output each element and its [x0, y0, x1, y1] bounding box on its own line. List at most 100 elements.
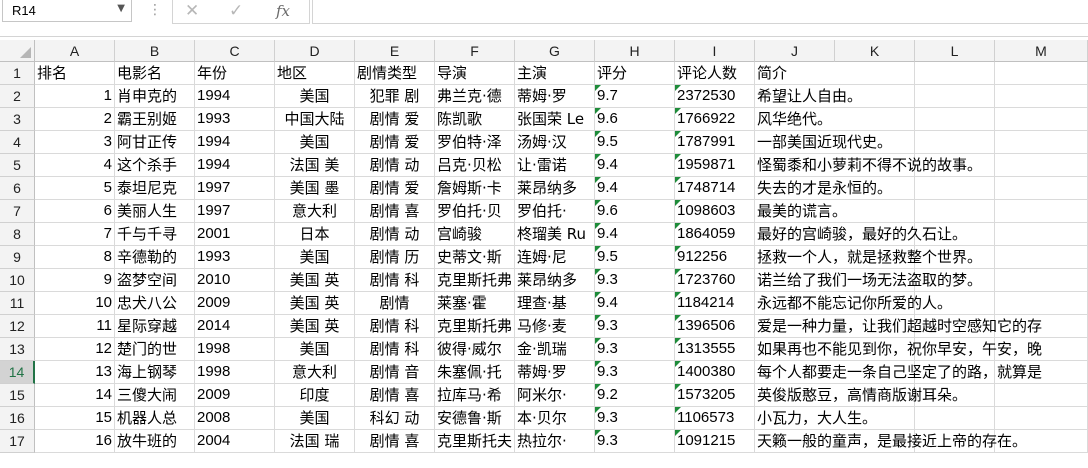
count-cell[interactable]: 1723760 — [675, 269, 755, 292]
year-cell[interactable]: 2009 — [195, 384, 275, 407]
score-cell[interactable]: 9.7 — [595, 85, 675, 108]
intro-cell[interactable]: 永远都不能忘记你所爱的人。 — [755, 292, 1088, 315]
count-cell[interactable]: 1400380 — [675, 361, 755, 384]
intro-cell[interactable]: 失去的才是永恒的。 — [755, 177, 1088, 200]
row-header-12[interactable]: 12 — [0, 315, 35, 338]
score-cell[interactable]: 9.3 — [595, 315, 675, 338]
rank-cell[interactable]: 10 — [35, 292, 115, 315]
row-header-7[interactable]: 7 — [0, 200, 35, 223]
genre-cell[interactable]: 科幻 动 — [355, 407, 435, 430]
star-cell[interactable]: 蒂姆·罗 — [515, 361, 595, 384]
star-cell[interactable]: 理查·基 — [515, 292, 595, 315]
region-cell[interactable]: 法国 瑞 — [275, 430, 355, 453]
count-cell[interactable]: 1748714 — [675, 177, 755, 200]
director-cell[interactable]: 彼得·威尔 — [435, 338, 515, 361]
region-cell[interactable]: 美国 — [275, 246, 355, 269]
row-header-10[interactable]: 10 — [0, 269, 35, 292]
row-header-16[interactable]: 16 — [0, 407, 35, 430]
title-cell[interactable]: 泰坦尼克 — [115, 177, 195, 200]
score-cell[interactable]: 9.3 — [595, 361, 675, 384]
count-cell[interactable]: 1396506 — [675, 315, 755, 338]
score-cell[interactable]: 9.6 — [595, 200, 675, 223]
director-cell[interactable]: 克里斯托弗 — [435, 315, 515, 338]
score-cell[interactable]: 9.3 — [595, 269, 675, 292]
genre-cell[interactable]: 剧情 动 — [355, 154, 435, 177]
star-cell[interactable]: 汤姆·汉 — [515, 131, 595, 154]
empty-cell[interactable] — [915, 62, 995, 85]
region-cell[interactable]: 中国大陆 — [275, 108, 355, 131]
count-cell[interactable]: 1098603 — [675, 200, 755, 223]
enter-icon[interactable]: ✓ — [229, 1, 243, 21]
rank-cell[interactable]: 12 — [35, 338, 115, 361]
year-cell[interactable]: 2004 — [195, 430, 275, 453]
intro-cell[interactable]: 如果再也不能见到你，祝你早安，午安，晚 — [755, 338, 1088, 361]
header-cell-h[interactable]: 评分 — [595, 62, 675, 85]
row-header-13[interactable]: 13 — [0, 338, 35, 361]
rank-cell[interactable]: 2 — [35, 108, 115, 131]
rank-cell[interactable]: 8 — [35, 246, 115, 269]
star-cell[interactable]: 阿米尔· — [515, 384, 595, 407]
cancel-icon[interactable]: ✕ — [185, 1, 199, 21]
header-cell-c[interactable]: 年份 — [195, 62, 275, 85]
director-cell[interactable]: 弗兰克·德 — [435, 85, 515, 108]
year-cell[interactable]: 1997 — [195, 177, 275, 200]
region-cell[interactable]: 美国 英 — [275, 292, 355, 315]
year-cell[interactable]: 1994 — [195, 154, 275, 177]
intro-cell[interactable]: 风华绝代。 — [755, 108, 1088, 131]
row-header-8[interactable]: 8 — [0, 223, 35, 246]
title-cell[interactable]: 机器人总 — [115, 407, 195, 430]
region-cell[interactable]: 美国 墨 — [275, 177, 355, 200]
director-cell[interactable]: 拉库马·希 — [435, 384, 515, 407]
name-box[interactable]: R14 ▼ — [2, 0, 132, 22]
column-header-h[interactable]: H — [595, 40, 675, 62]
region-cell[interactable]: 美国 — [275, 338, 355, 361]
rank-cell[interactable]: 9 — [35, 269, 115, 292]
score-cell[interactable]: 9.5 — [595, 131, 675, 154]
formula-input[interactable] — [312, 0, 1088, 24]
count-cell[interactable]: 2372530 — [675, 85, 755, 108]
star-cell[interactable]: 让·雷诺 — [515, 154, 595, 177]
row-header-14[interactable]: 14 — [0, 361, 35, 384]
director-cell[interactable]: 克里斯托弗 — [435, 269, 515, 292]
rank-cell[interactable]: 1 — [35, 85, 115, 108]
score-cell[interactable]: 9.2 — [595, 384, 675, 407]
year-cell[interactable]: 1998 — [195, 361, 275, 384]
director-cell[interactable]: 朱塞佩·托 — [435, 361, 515, 384]
count-cell[interactable]: 1787991 — [675, 131, 755, 154]
region-cell[interactable]: 法国 美 — [275, 154, 355, 177]
drag-handle-icon[interactable]: ⋮ — [148, 2, 162, 18]
intro-cell[interactable]: 小瓦力，大人生。 — [755, 407, 1088, 430]
score-cell[interactable]: 9.3 — [595, 430, 675, 453]
score-cell[interactable]: 9.3 — [595, 407, 675, 430]
column-header-f[interactable]: F — [435, 40, 515, 62]
column-header-m[interactable]: M — [995, 40, 1088, 62]
genre-cell[interactable]: 剧情 喜 — [355, 430, 435, 453]
empty-cell[interactable] — [995, 62, 1088, 85]
star-cell[interactable]: 金·凯瑞 — [515, 338, 595, 361]
director-cell[interactable]: 罗伯托·贝 — [435, 200, 515, 223]
year-cell[interactable]: 2010 — [195, 269, 275, 292]
star-cell[interactable]: 柊瑠美 Ru — [515, 223, 595, 246]
row-header-15[interactable]: 15 — [0, 384, 35, 407]
rank-cell[interactable]: 7 — [35, 223, 115, 246]
director-cell[interactable]: 莱塞·霍 — [435, 292, 515, 315]
count-cell[interactable]: 1184214 — [675, 292, 755, 315]
director-cell[interactable]: 宫崎骏 — [435, 223, 515, 246]
title-cell[interactable]: 星际穿越 — [115, 315, 195, 338]
genre-cell[interactable]: 剧情 爱 — [355, 108, 435, 131]
header-cell-b[interactable]: 电影名 — [115, 62, 195, 85]
row-header-3[interactable]: 3 — [0, 108, 35, 131]
score-cell[interactable]: 9.4 — [595, 292, 675, 315]
star-cell[interactable]: 连姆·尼 — [515, 246, 595, 269]
header-cell-g[interactable]: 主演 — [515, 62, 595, 85]
count-cell[interactable]: 1864059 — [675, 223, 755, 246]
title-cell[interactable]: 盗梦空间 — [115, 269, 195, 292]
genre-cell[interactable]: 剧情 科 — [355, 269, 435, 292]
count-cell[interactable]: 1106573 — [675, 407, 755, 430]
select-all-button[interactable] — [0, 40, 35, 62]
chevron-down-icon[interactable]: ▼ — [117, 3, 125, 14]
rank-cell[interactable]: 11 — [35, 315, 115, 338]
year-cell[interactable]: 2014 — [195, 315, 275, 338]
header-cell-e[interactable]: 剧情类型 — [355, 62, 435, 85]
director-cell[interactable]: 安德鲁·斯 — [435, 407, 515, 430]
